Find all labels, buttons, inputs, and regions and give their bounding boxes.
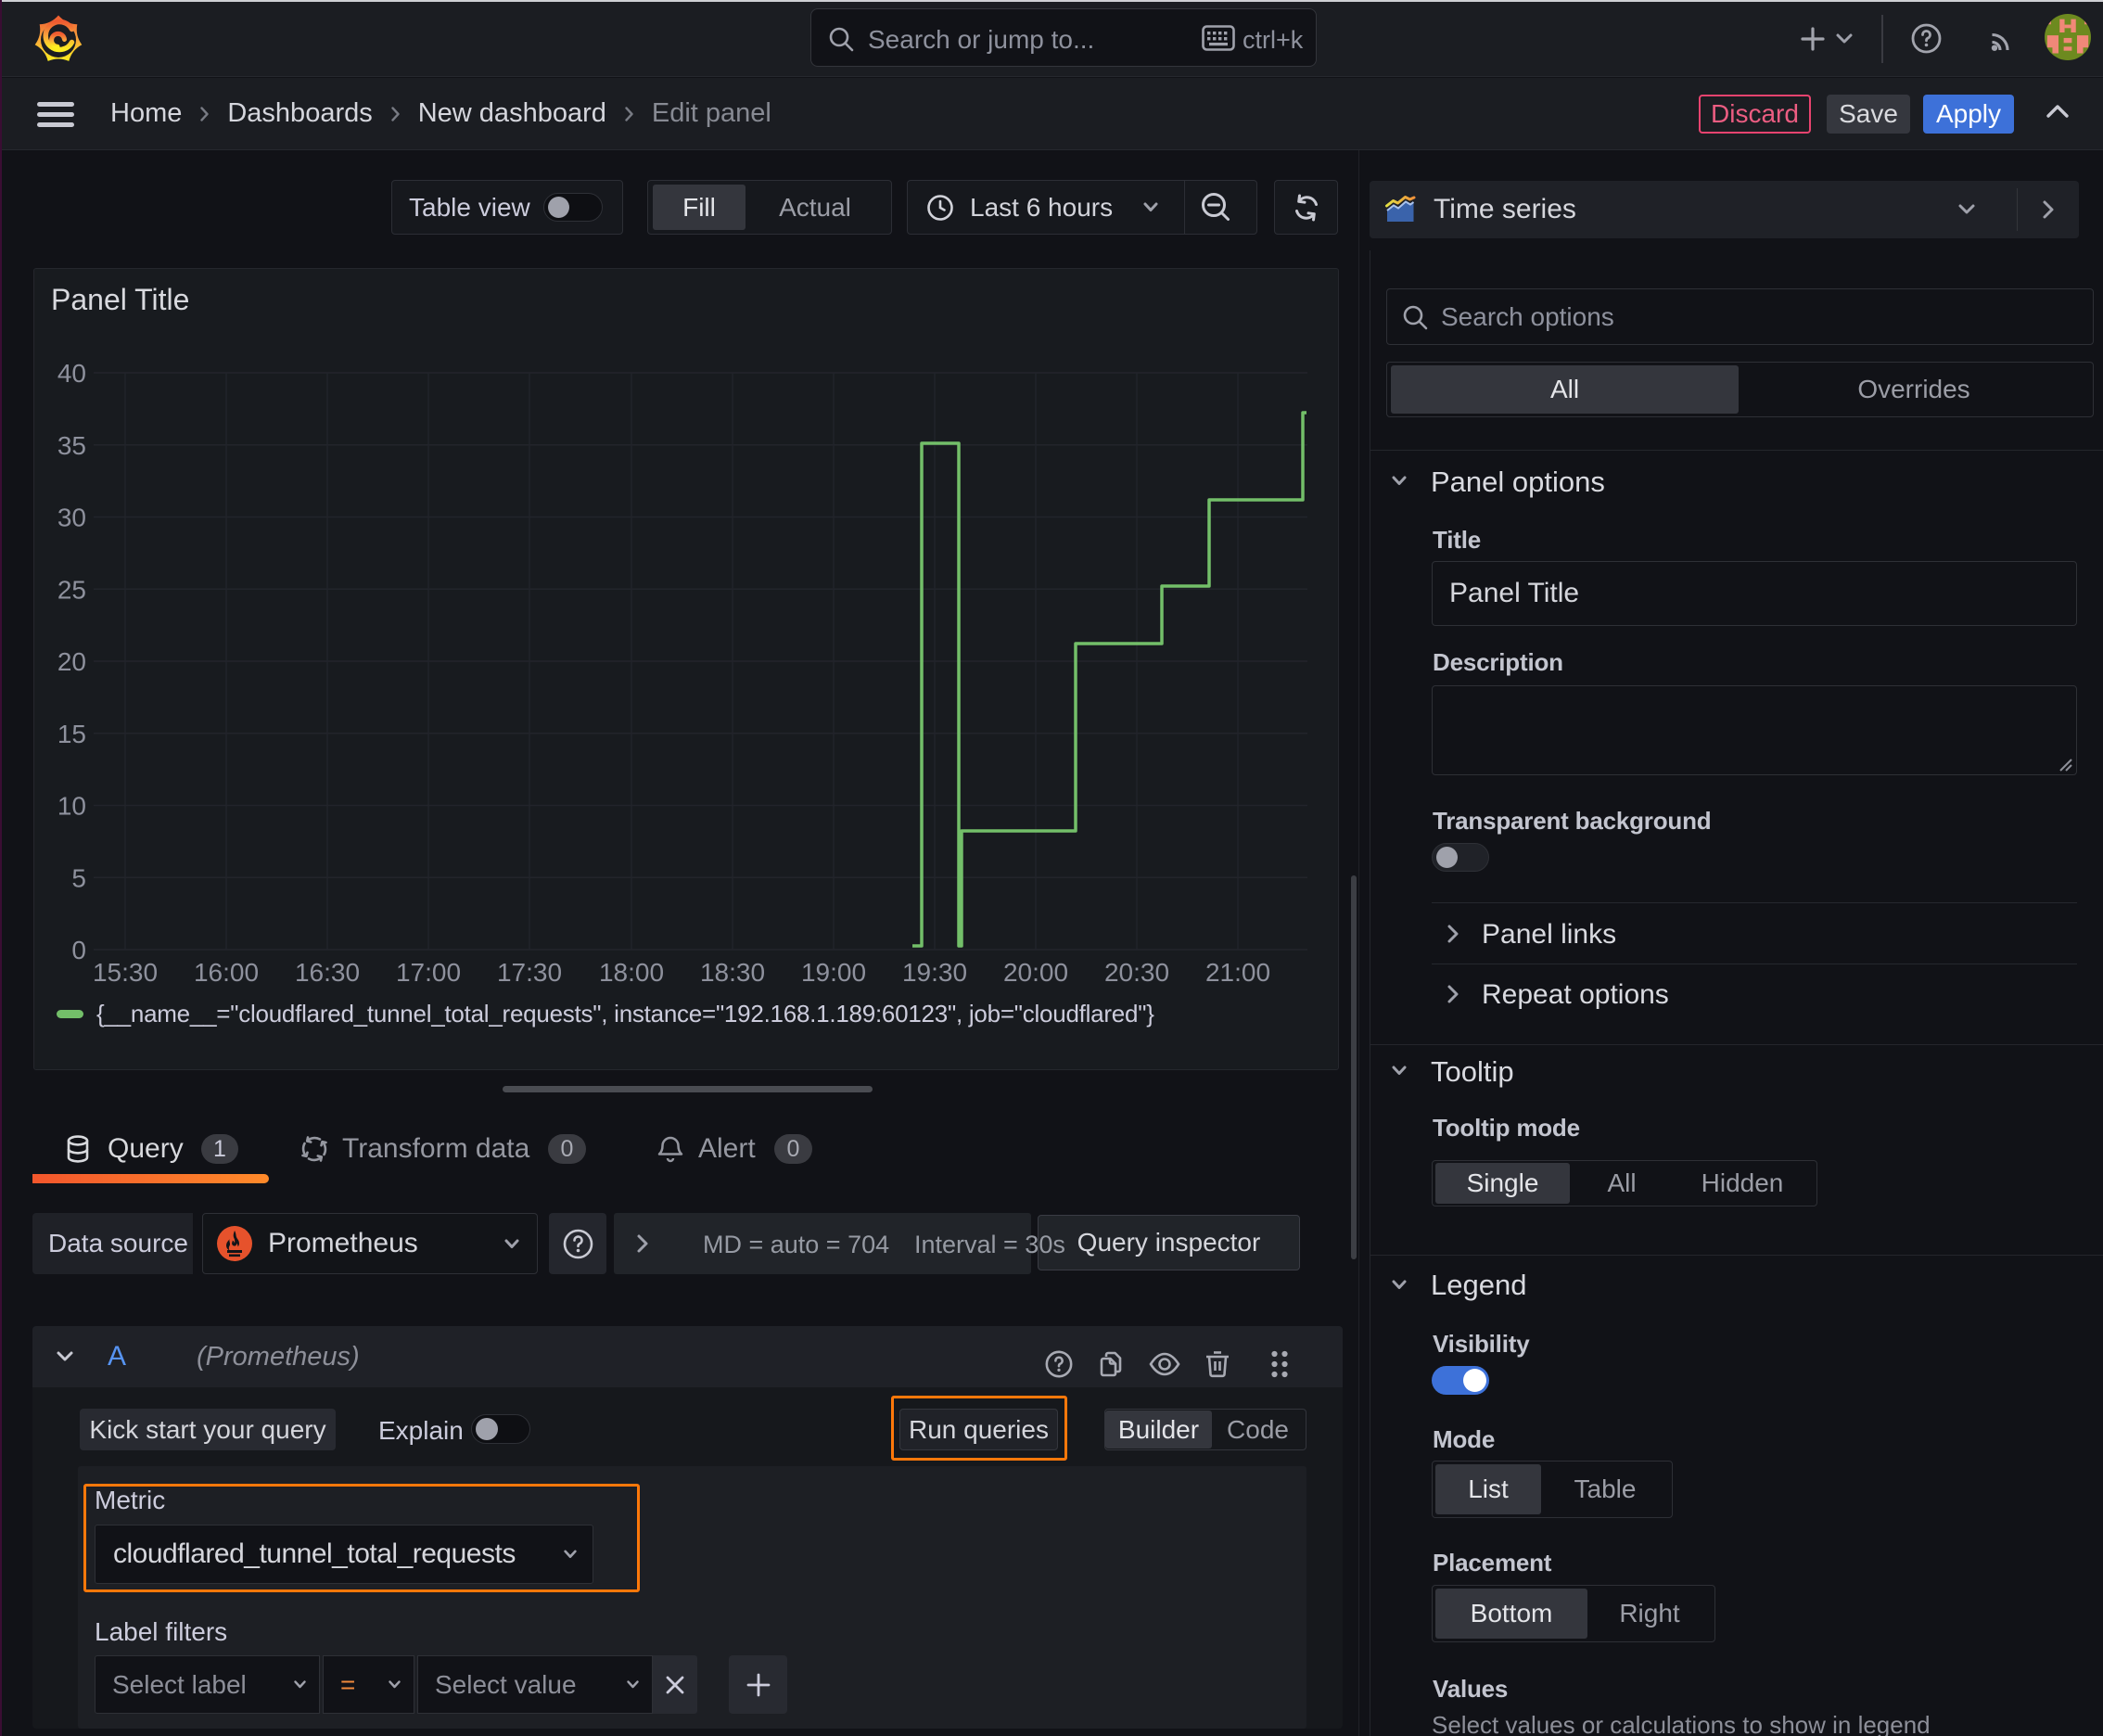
svg-text:20:30: 20:30	[1104, 958, 1169, 987]
svg-text:16:00: 16:00	[194, 958, 259, 987]
svg-text:19:00: 19:00	[801, 958, 866, 987]
svg-text:18:00: 18:00	[599, 958, 664, 987]
svg-text:0: 0	[71, 936, 86, 964]
svg-text:5: 5	[71, 863, 86, 892]
svg-text:25: 25	[57, 575, 86, 604]
svg-text:35: 35	[57, 431, 86, 460]
svg-text:15: 15	[57, 720, 86, 748]
svg-text:10: 10	[57, 792, 86, 821]
svg-text:30: 30	[57, 504, 86, 532]
svg-text:20: 20	[57, 647, 86, 676]
svg-text:17:00: 17:00	[396, 958, 461, 987]
svg-text:21:00: 21:00	[1205, 958, 1270, 987]
svg-text:17:30: 17:30	[497, 958, 562, 987]
svg-text:16:30: 16:30	[295, 958, 360, 987]
svg-text:40: 40	[57, 359, 86, 388]
svg-text:20:00: 20:00	[1003, 958, 1068, 987]
svg-text:18:30: 18:30	[700, 958, 765, 987]
svg-text:15:30: 15:30	[93, 958, 158, 987]
svg-text:19:30: 19:30	[902, 958, 967, 987]
